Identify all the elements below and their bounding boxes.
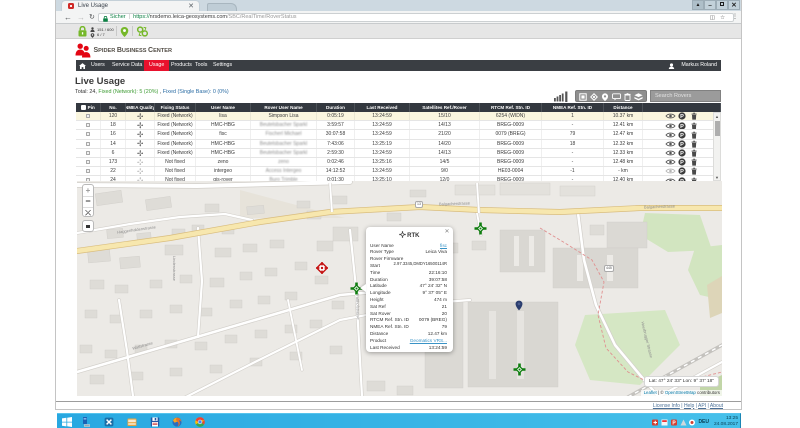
svg-text:P: P	[680, 151, 684, 157]
svg-text:P: P	[680, 142, 684, 148]
svg-text:P: P	[680, 133, 684, 139]
svg-text:P: P	[680, 170, 684, 176]
svg-text:P: P	[680, 160, 684, 166]
svg-text:P: P	[680, 115, 684, 121]
svg-text:P: P	[680, 124, 684, 130]
